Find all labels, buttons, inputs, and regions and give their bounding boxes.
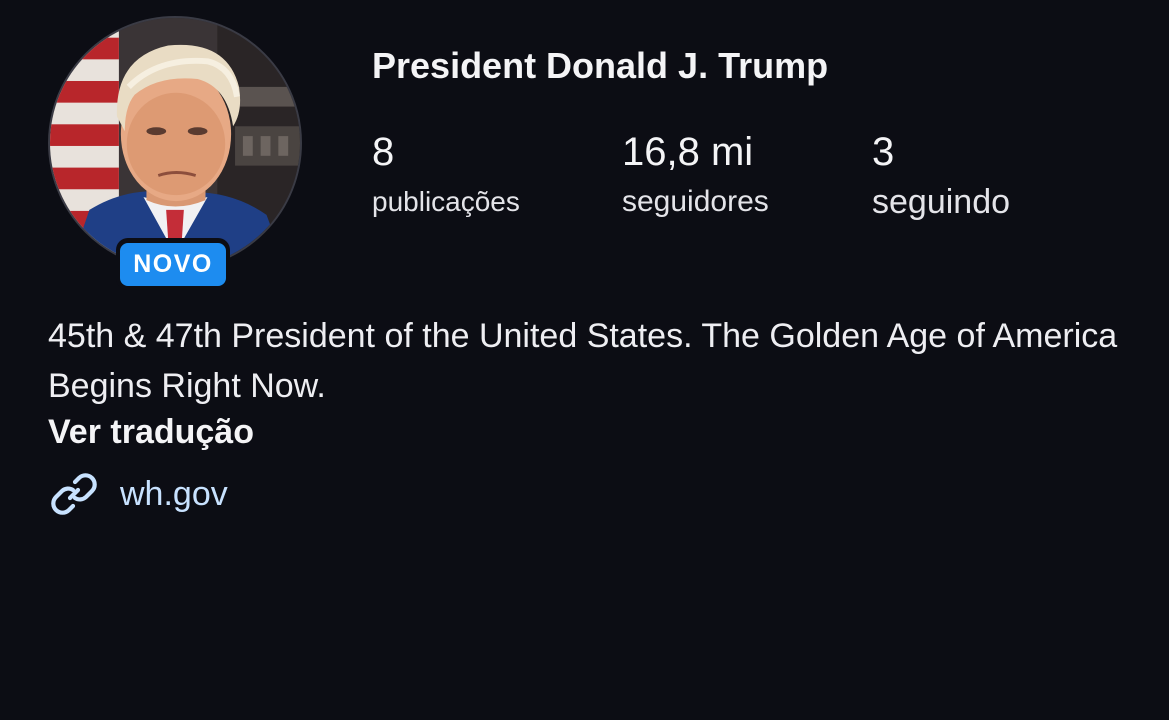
stat-posts-label: publicações xyxy=(372,186,520,217)
avatar[interactable] xyxy=(48,16,302,270)
new-badge-label: NOVO xyxy=(120,242,226,286)
avatar-container[interactable]: NOVO xyxy=(48,16,302,290)
profile-stats: 8 publicações 16,8 mi seguidores 3 segui… xyxy=(372,128,1132,228)
stat-followers-label: seguidores xyxy=(622,185,769,218)
profile-bio: 45th & 47th President of the United Stat… xyxy=(48,317,1118,405)
stat-posts[interactable]: 8 publicações xyxy=(372,128,520,228)
stat-following[interactable]: 3 seguindo xyxy=(872,128,1010,228)
profile-page: NOVO President Donald J. Trump 8 publica… xyxy=(0,0,1169,720)
stat-following-value: 3 xyxy=(872,130,895,174)
profile-link-text[interactable]: wh.gov xyxy=(120,475,228,514)
profile-name: President Donald J. Trump xyxy=(372,45,829,86)
stat-posts-value: 8 xyxy=(372,130,395,174)
profile-link[interactable]: wh.gov xyxy=(48,468,228,520)
stat-followers-value: 16,8 mi xyxy=(622,130,754,174)
link-icon xyxy=(48,468,100,520)
see-translation-button[interactable]: Ver tradução xyxy=(48,413,254,452)
stat-followers[interactable]: 16,8 mi seguidores xyxy=(622,128,769,228)
stat-following-label: seguindo xyxy=(872,183,1011,221)
new-badge: NOVO xyxy=(116,238,230,290)
avatar-image xyxy=(50,18,300,268)
